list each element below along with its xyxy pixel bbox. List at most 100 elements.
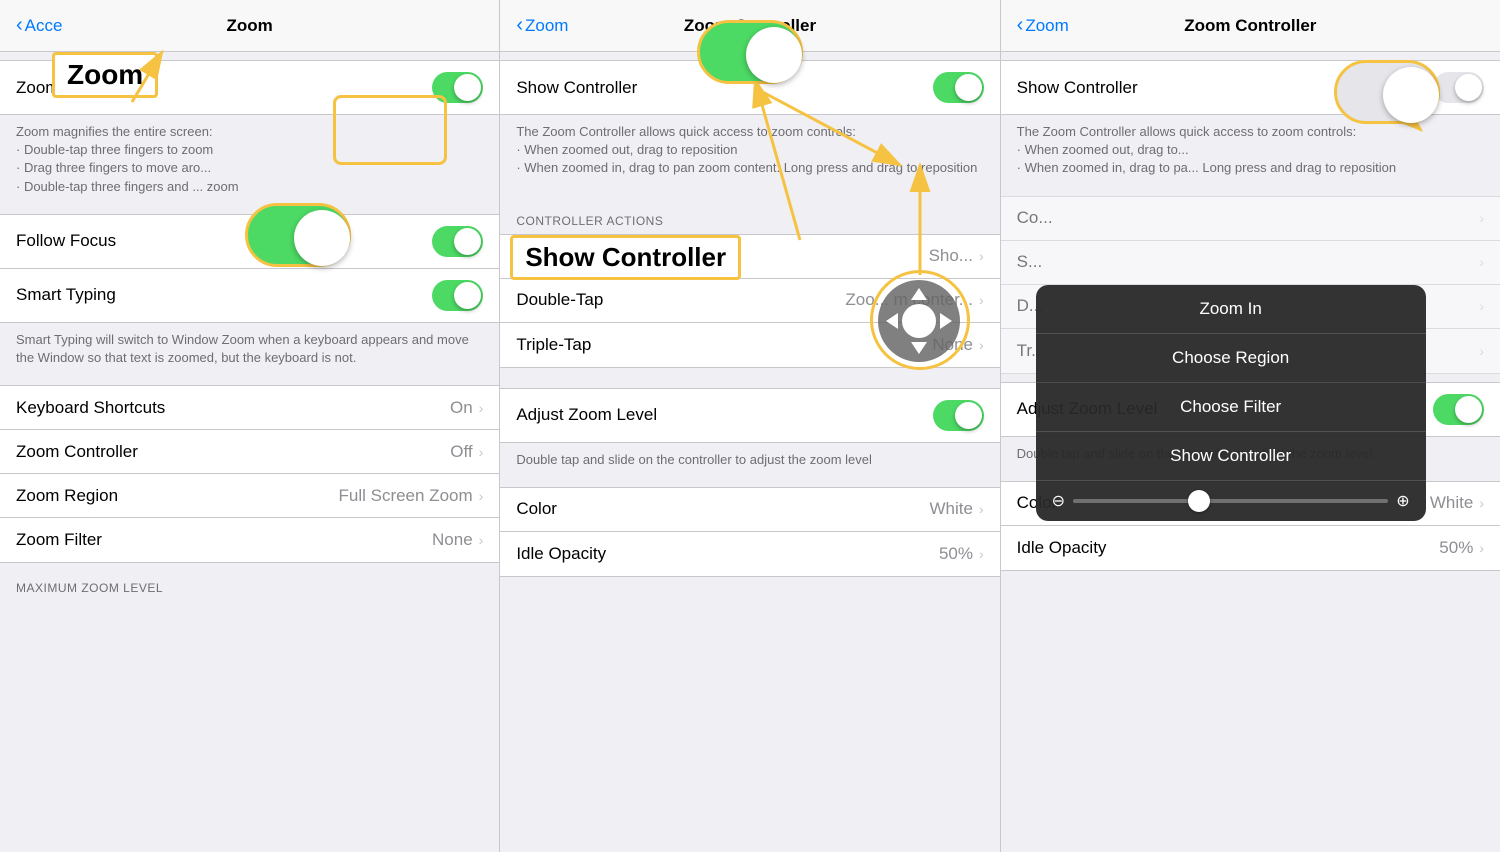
double-tap-label: Double-Tap <box>516 290 845 310</box>
chevron-io-p2: › <box>979 546 984 562</box>
single-tap-value: Sho... <box>929 246 973 266</box>
zoom-region-item[interactable]: Zoom Region Full Screen Zoom › <box>0 474 499 518</box>
panel-zoom-controller-3: ‹ Zoom Zoom Controller Show Controller T… <box>1001 0 1500 852</box>
controller-drag-widget <box>878 280 960 362</box>
adjust-zoom-label-p2: Adjust Zoom Level <box>516 405 932 425</box>
zoom-controller-item[interactable]: Zoom Controller Off › <box>0 430 499 474</box>
chevron-ks: › <box>479 400 484 416</box>
chevron-zc: › <box>479 444 484 460</box>
nav-bar-panel1: ‹ Acce Zoom <box>0 0 499 52</box>
follow-focus-item[interactable]: Follow Focus <box>0 215 499 269</box>
panel-zoom-settings: ‹ Acce Zoom Zoom Zoom magnifies the enti… <box>0 0 500 852</box>
zoom-region-label: Zoom Region <box>16 486 338 506</box>
show-controller-toggle-p2[interactable] <box>933 72 984 103</box>
show-controller-item-p2[interactable]: Show Controller <box>500 61 999 114</box>
idle-opacity-label-p3: Idle Opacity <box>1017 538 1440 558</box>
toggle-thumb-st <box>454 282 481 309</box>
zoom-description: Zoom magnifies the entire screen: · Doub… <box>0 115 499 206</box>
adjust-zoom-toggle-p3[interactable] <box>1433 394 1484 425</box>
slider-track[interactable] <box>1073 499 1388 503</box>
zoom-controller-value: Off <box>450 442 472 462</box>
adjust-zoom-group-p2: Adjust Zoom Level <box>500 388 999 443</box>
idle-opacity-label-p2: Idle Opacity <box>516 544 939 564</box>
smart-typing-toggle[interactable] <box>432 280 483 311</box>
partial-label-s: S... <box>1017 252 1480 272</box>
color-label-p2: Color <box>516 499 929 519</box>
single-tap-item[interactable]: Single-Tap Sho... › <box>500 235 999 279</box>
max-zoom-header: MAXIMUM ZOOM LEVEL <box>0 563 499 601</box>
follow-focus-toggle[interactable] <box>432 226 483 257</box>
single-tap-label: Single-Tap <box>516 246 928 266</box>
page-title-panel3: Zoom Controller <box>1184 16 1316 36</box>
zoom-out-icon: ⊖ <box>1052 491 1065 511</box>
dropdown-show-controller[interactable]: Show Controller <box>1036 432 1426 481</box>
chevron-tr: › <box>1479 343 1484 359</box>
back-button-panel3[interactable]: ‹ Zoom <box>1017 16 1069 36</box>
show-controller-label-p2: Show Controller <box>516 78 932 98</box>
toggle-thumb-azl-p2 <box>955 402 982 429</box>
toggle-thumb-ff <box>454 228 481 255</box>
zoom-controller-label: Zoom Controller <box>16 442 450 462</box>
adjust-zoom-description-p2: Double tap and slide on the controller t… <box>500 443 999 479</box>
content-panel2: Show Controller The Zoom Controller allo… <box>500 52 999 852</box>
dropdown-slider-row: ⊖ ⊕ <box>1036 481 1426 521</box>
chevron-st: › <box>979 248 984 264</box>
chevron-left-icon: ‹ <box>16 15 23 35</box>
show-controller-group-p3: Show Controller <box>1001 60 1500 115</box>
zoom-toggle[interactable] <box>432 72 483 103</box>
chevron-zf: › <box>479 532 484 548</box>
toggle-thumb-sc-p3 <box>1455 74 1482 101</box>
keyboard-shortcuts-value: On <box>450 398 473 418</box>
color-opacity-group-p2: Color White › Idle Opacity 50% › <box>500 487 999 577</box>
dropdown-zoom-in[interactable]: Zoom In <box>1036 285 1426 334</box>
content-panel1: Zoom Zoom magnifies the entire screen: ·… <box>0 52 499 852</box>
dropdown-menu-p3: Zoom In Choose Region Choose Filter Show… <box>1036 285 1426 521</box>
partial-item-co: Co... › <box>1001 197 1500 241</box>
show-controller-label-p3: Show Controller <box>1017 78 1433 98</box>
dropdown-choose-region[interactable]: Choose Region <box>1036 334 1426 383</box>
settings-group: Keyboard Shortcuts On › Zoom Controller … <box>0 385 499 563</box>
back-button-panel1[interactable]: ‹ Acce <box>16 16 62 36</box>
zoom-filter-label: Zoom Filter <box>16 530 432 550</box>
chevron-left-icon-p2: ‹ <box>516 15 523 35</box>
adjust-zoom-item-p2[interactable]: Adjust Zoom Level <box>500 389 999 442</box>
triple-tap-label: Triple-Tap <box>516 335 932 355</box>
smart-typing-item[interactable]: Smart Typing <box>0 269 499 322</box>
page-title-panel2: Zoom Controller <box>684 16 816 36</box>
dropdown-choose-filter[interactable]: Choose Filter <box>1036 383 1426 432</box>
zoom-toggle-group: Zoom <box>0 60 499 115</box>
chevron-zr: › <box>479 488 484 504</box>
zoom-in-icon: ⊕ <box>1396 491 1409 511</box>
follow-focus-label: Follow Focus <box>16 231 432 251</box>
color-value-p3: White <box>1430 493 1473 513</box>
page-title-panel1: Zoom <box>227 16 273 36</box>
color-item-p2[interactable]: Color White › <box>500 488 999 532</box>
partial-label-co: Co... <box>1017 208 1480 228</box>
zoom-toggle-item[interactable]: Zoom <box>0 61 499 114</box>
keyboard-shortcuts-label: Keyboard Shortcuts <box>16 398 450 418</box>
back-label-panel1: Acce <box>25 16 63 36</box>
chevron-io-p3: › <box>1479 540 1484 556</box>
idle-opacity-item-p2[interactable]: Idle Opacity 50% › <box>500 532 999 576</box>
partial-item-s: S... › <box>1001 241 1500 285</box>
smart-typing-description: Smart Typing will switch to Window Zoom … <box>0 323 499 377</box>
show-controller-description-p3: The Zoom Controller allows quick access … <box>1001 115 1500 188</box>
keyboard-shortcuts-item[interactable]: Keyboard Shortcuts On › <box>0 386 499 430</box>
adjust-zoom-toggle-p2[interactable] <box>933 400 984 431</box>
chevron-d: › <box>1479 298 1484 314</box>
toggle-thumb <box>454 74 481 101</box>
toggle-thumb-sc-p2 <box>955 74 982 101</box>
zoom-filter-item[interactable]: Zoom Filter None › <box>0 518 499 562</box>
zoom-filter-value: None <box>432 530 473 550</box>
back-label-panel2: Zoom <box>525 16 568 36</box>
chevron-co: › <box>1479 210 1484 226</box>
nav-bar-panel2: ‹ Zoom Zoom Controller <box>500 0 999 52</box>
panel-zoom-controller: ‹ Zoom Zoom Controller Show Controller T… <box>500 0 1000 852</box>
back-button-panel2[interactable]: ‹ Zoom <box>516 16 568 36</box>
idle-opacity-item-p3[interactable]: Idle Opacity 50% › <box>1001 526 1500 570</box>
zoom-region-value: Full Screen Zoom <box>338 486 472 506</box>
idle-opacity-value-p3: 50% <box>1439 538 1473 558</box>
show-controller-item-p3[interactable]: Show Controller <box>1001 61 1500 114</box>
show-controller-toggle-p3[interactable] <box>1433 72 1484 103</box>
chevron-left-icon-p3: ‹ <box>1017 15 1024 35</box>
